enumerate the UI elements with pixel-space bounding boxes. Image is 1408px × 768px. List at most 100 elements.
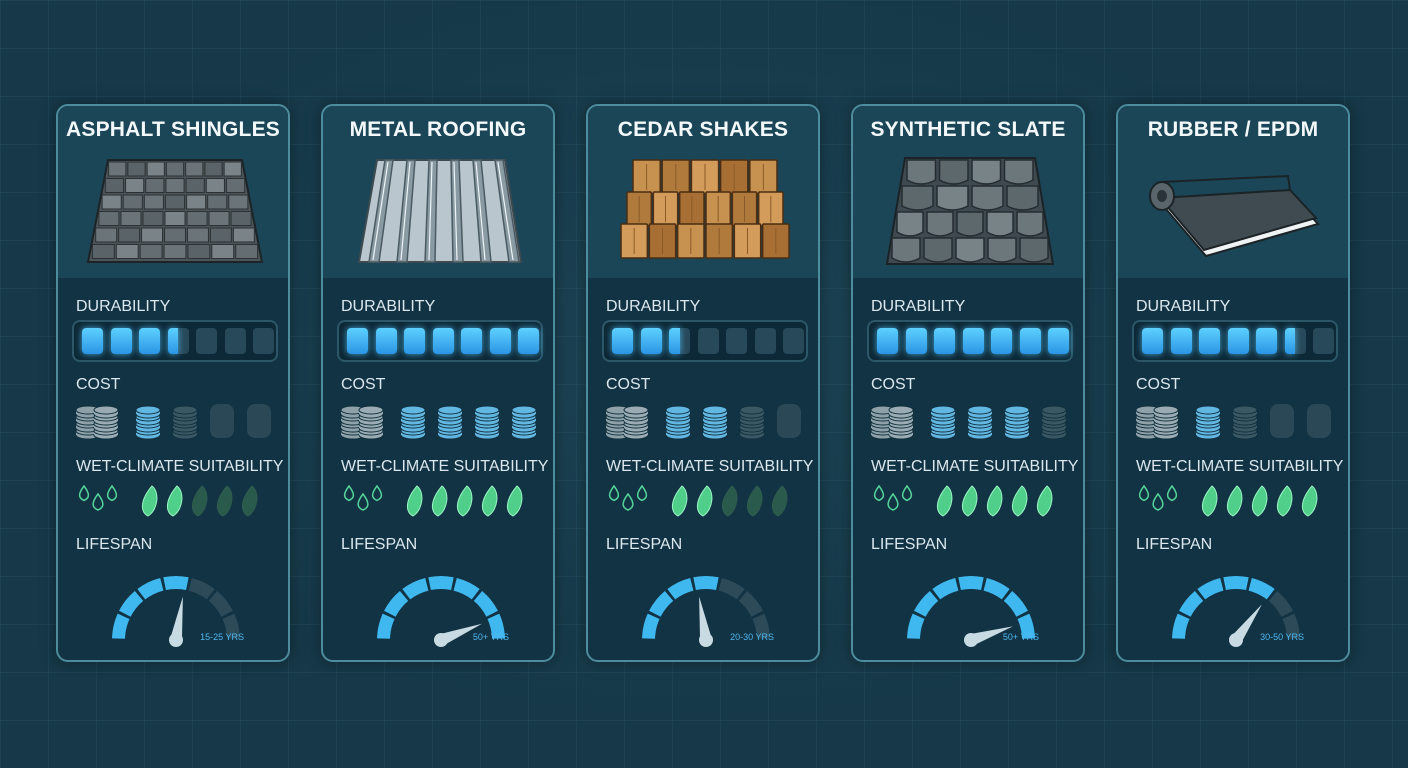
wet-drop-on bbox=[407, 485, 423, 517]
durability-segment bbox=[905, 328, 927, 354]
durability-segment bbox=[347, 328, 368, 354]
wet-climate-rating bbox=[343, 484, 523, 517]
roll-top-edge bbox=[1161, 174, 1291, 191]
material-title: ASPHALT SHINGLES bbox=[66, 118, 280, 141]
gauge-segment-on bbox=[1172, 613, 1190, 639]
durability-segment bbox=[253, 328, 274, 354]
shingle-tile bbox=[95, 227, 118, 243]
lifespan-label: LIFESPAN bbox=[606, 536, 683, 553]
durability-segment bbox=[375, 328, 397, 354]
wet-drop-on bbox=[962, 485, 978, 517]
durability-segment bbox=[489, 328, 511, 354]
durability-segment bbox=[167, 328, 189, 354]
gauge-segment-off bbox=[738, 590, 763, 617]
lifespan-label: LIFESPAN bbox=[1136, 536, 1213, 553]
gauge-segment-on bbox=[1003, 590, 1028, 617]
shingle-tile bbox=[127, 161, 146, 177]
wet-drop-on bbox=[672, 485, 688, 517]
gauge-hub bbox=[964, 633, 978, 647]
shingle-tile bbox=[125, 178, 145, 193]
wet-drop-on bbox=[1202, 485, 1218, 517]
shingle-tile bbox=[164, 227, 186, 243]
gauge-segment-on bbox=[642, 613, 660, 639]
membrane-sheet bbox=[1157, 188, 1318, 252]
gauge-segment-on bbox=[914, 590, 939, 617]
gauge-segment-on bbox=[137, 577, 164, 600]
durability-segment bbox=[754, 328, 776, 354]
slate-tile bbox=[1006, 185, 1039, 211]
material-illustration bbox=[1149, 174, 1320, 258]
water-drop-icon bbox=[887, 492, 899, 511]
slate-tile bbox=[901, 185, 934, 211]
material-card: METAL ROOFING DURABILITY COST WET-CLIMAT… bbox=[321, 104, 555, 662]
cost-coin-on bbox=[967, 405, 993, 440]
shingle-tile bbox=[145, 178, 165, 193]
wet-climate-label: WET-CLIMATE SUITABILITY bbox=[1136, 458, 1344, 475]
lifespan-label: LIFESPAN bbox=[76, 536, 153, 553]
wet-drop-on bbox=[167, 485, 183, 517]
cost-label: COST bbox=[606, 376, 651, 393]
wet-drop-on bbox=[1012, 485, 1028, 517]
material-title: RUBBER / EPDM bbox=[1147, 118, 1319, 141]
durability-segment bbox=[726, 328, 747, 354]
lifespan-value: 15-25 YRS bbox=[200, 632, 244, 642]
wet-drop-on bbox=[1037, 485, 1053, 517]
slate-tile bbox=[1019, 237, 1049, 263]
durability-segment-partial bbox=[167, 328, 178, 354]
slate-tile bbox=[891, 237, 921, 263]
wet-drop-on bbox=[1252, 485, 1268, 517]
shingle-tile bbox=[228, 194, 249, 210]
gauge-segment-on bbox=[649, 590, 674, 617]
water-drop-icon bbox=[343, 484, 355, 502]
durability-segment bbox=[461, 328, 482, 354]
lifespan-gauge: 50+ YRS bbox=[377, 576, 509, 647]
wet-drop-off bbox=[192, 485, 208, 517]
wet-climate-rating bbox=[78, 484, 258, 517]
slate-tile bbox=[1016, 211, 1044, 237]
wet-climate-rating bbox=[608, 484, 788, 517]
slate-tile bbox=[938, 159, 969, 185]
durability-segment bbox=[991, 328, 1012, 354]
shingle-tile bbox=[207, 194, 228, 210]
shingle-tile bbox=[108, 161, 127, 177]
shingle-tile bbox=[187, 244, 211, 259]
wet-drop-on bbox=[142, 485, 158, 517]
wet-drop-on bbox=[457, 485, 473, 517]
shingle-tile bbox=[139, 244, 163, 259]
durability-label: DURABILITY bbox=[606, 298, 701, 315]
wet-drop-on bbox=[1277, 485, 1293, 517]
shingle-tile bbox=[165, 178, 185, 193]
cost-slot-empty bbox=[777, 404, 801, 438]
water-drop-icon bbox=[873, 484, 885, 502]
wet-drop-on bbox=[1227, 485, 1243, 517]
shingle-tile bbox=[225, 178, 246, 193]
gauge-segment-on bbox=[112, 613, 130, 639]
shingle-tile bbox=[118, 227, 141, 243]
lifespan-gauge: 50+ YRS bbox=[907, 576, 1039, 647]
cost-rating bbox=[871, 405, 1067, 440]
shingle-tile bbox=[223, 161, 242, 177]
durability-segment bbox=[1199, 328, 1220, 354]
cost-slot-empty bbox=[1307, 404, 1331, 438]
gauge-segment-on bbox=[384, 590, 409, 617]
wet-climate-label: WET-CLIMATE SUITABILITY bbox=[606, 458, 814, 475]
shingle-tile bbox=[230, 211, 252, 226]
wet-drop-on bbox=[987, 485, 1003, 517]
lifespan-gauge: 30-50 YRS bbox=[1172, 576, 1304, 647]
shingle-tile bbox=[163, 244, 187, 259]
water-drop-icon bbox=[1138, 484, 1150, 502]
coin-pile-icon bbox=[623, 405, 649, 440]
lifespan-label: LIFESPAN bbox=[871, 536, 948, 553]
cost-rating bbox=[606, 404, 801, 440]
wet-drop-on bbox=[1302, 485, 1318, 517]
shingle-tile bbox=[186, 194, 207, 210]
gauge-segment-on bbox=[119, 590, 144, 617]
gauge-segment-off bbox=[208, 590, 233, 617]
cost-label: COST bbox=[871, 376, 916, 393]
lifespan-value: 30-50 YRS bbox=[1260, 632, 1304, 642]
cost-rating bbox=[1136, 404, 1331, 440]
water-drop-icon bbox=[901, 484, 913, 502]
gauge-hub bbox=[1229, 633, 1243, 647]
shingle-tile bbox=[91, 244, 115, 259]
durability-segment bbox=[404, 328, 425, 354]
